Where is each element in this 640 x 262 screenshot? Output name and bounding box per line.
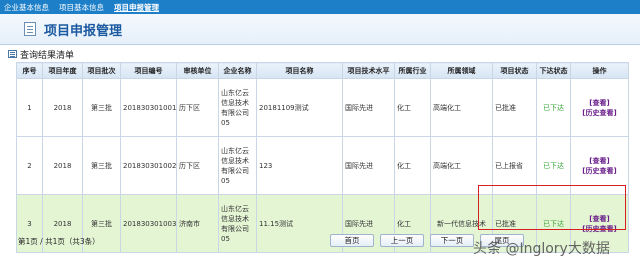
cell-auditor: 历下区: [176, 136, 219, 195]
company-name: 山东亿云信息技术有限公司05: [221, 204, 249, 243]
col-header: 序号: [16, 62, 43, 79]
cell-actions: [查看] [历史查看]: [570, 136, 629, 195]
col-header: 项目批次: [82, 62, 121, 79]
col-header: 企业名称: [218, 62, 257, 79]
page-title: 项目申报管理: [44, 23, 123, 39]
section-title: 查询结果清单: [8, 48, 75, 61]
list-icon: [8, 50, 17, 58]
company-name: 山东亿云信息技术有限公司05: [221, 88, 249, 127]
col-header: 项目状态: [492, 62, 537, 79]
cell-code: 201830301001: [120, 78, 177, 137]
cell-batch: 第三批: [82, 136, 121, 195]
watermark: 头条 @Inglory大数据: [473, 241, 610, 257]
table-header-row: 序号 项目年度 项目批次 项目编号 审核单位 企业名称 项目名称 项目技术水平 …: [16, 62, 629, 79]
cell-year: 2018: [42, 78, 83, 137]
view-link[interactable]: [查看]: [589, 215, 609, 223]
first-page-button[interactable]: 首页: [330, 234, 374, 247]
document-icon: [24, 22, 36, 36]
pager-info: 第1页 / 共1页（共3条）: [18, 237, 100, 246]
cell-field: 高端化工: [430, 78, 493, 137]
page-header: 项目申报管理: [0, 14, 640, 44]
nav-project-info[interactable]: 项目基本信息: [59, 2, 104, 13]
nav-project-declaration[interactable]: 项目申报管理: [114, 2, 159, 13]
cell-tech-level: 国际先进: [342, 136, 395, 195]
cell-status: 已批准: [492, 78, 537, 137]
section-title-text: 查询结果清单: [20, 50, 75, 61]
history-link[interactable]: [历史查看]: [582, 109, 616, 117]
col-header: 项目年度: [42, 62, 83, 79]
cell-issue-status: 已下达: [536, 78, 571, 137]
cell-no: 1: [16, 78, 43, 137]
cell-actions: [查看] [历史查看]: [570, 78, 629, 137]
cell-project-name: 20181109测试: [256, 78, 343, 137]
cell-no: 2: [16, 136, 43, 195]
col-header: 项目技术水平: [342, 62, 395, 79]
prev-page-button[interactable]: 上一页: [380, 234, 424, 247]
cell-company: 山东亿云信息技术有限公司05: [218, 78, 257, 137]
next-page-button[interactable]: 下一页: [430, 234, 474, 247]
col-header: 下达状态: [536, 62, 571, 79]
col-header: 项目名称: [256, 62, 343, 79]
cell-auditor: 济南市: [176, 194, 219, 253]
results-table: 序号 项目年度 项目批次 项目编号 审核单位 企业名称 项目名称 项目技术水平 …: [16, 62, 629, 253]
company-name: 山东亿云信息技术有限公司05: [221, 146, 249, 185]
top-navigation: 企业基本信息 项目基本信息 项目申报管理: [0, 0, 640, 14]
col-header: 项目编号: [120, 62, 177, 79]
table-row: 1 2018 第三批 201830301001 历下区 山东亿云信息技术有限公司…: [16, 78, 629, 137]
col-header: 审核单位: [176, 62, 219, 79]
history-link[interactable]: [历史查看]: [582, 167, 616, 175]
cell-status: 已上报省: [492, 136, 537, 195]
cell-auditor: 历下区: [176, 78, 219, 137]
col-header: 所属领域: [430, 62, 493, 79]
cell-company: 山东亿云信息技术有限公司05: [218, 194, 257, 253]
nav-company-info[interactable]: 企业基本信息: [4, 2, 49, 13]
history-link[interactable]: [历史查看]: [582, 225, 616, 233]
view-link[interactable]: [查看]: [589, 99, 609, 107]
col-header: 操作: [570, 62, 629, 79]
col-header: 所属行业: [394, 62, 431, 79]
table-row: 2 2018 第三批 201830301002 历下区 山东亿云信息技术有限公司…: [16, 136, 629, 195]
cell-project-name: 123: [256, 136, 343, 195]
cell-code: 201830301002: [120, 136, 177, 195]
cell-field: 高端化工: [430, 136, 493, 195]
cell-year: 2018: [42, 136, 83, 195]
cell-tech-level: 国际先进: [342, 78, 395, 137]
cell-issue-status: 已下达: [536, 136, 571, 195]
view-link[interactable]: [查看]: [589, 157, 609, 165]
cell-company: 山东亿云信息技术有限公司05: [218, 136, 257, 195]
header-divider: [0, 44, 640, 45]
cell-industry: 化工: [394, 78, 431, 137]
cell-industry: 化工: [394, 136, 431, 195]
cell-batch: 第三批: [82, 78, 121, 137]
cell-code: 201830301003: [120, 194, 177, 253]
